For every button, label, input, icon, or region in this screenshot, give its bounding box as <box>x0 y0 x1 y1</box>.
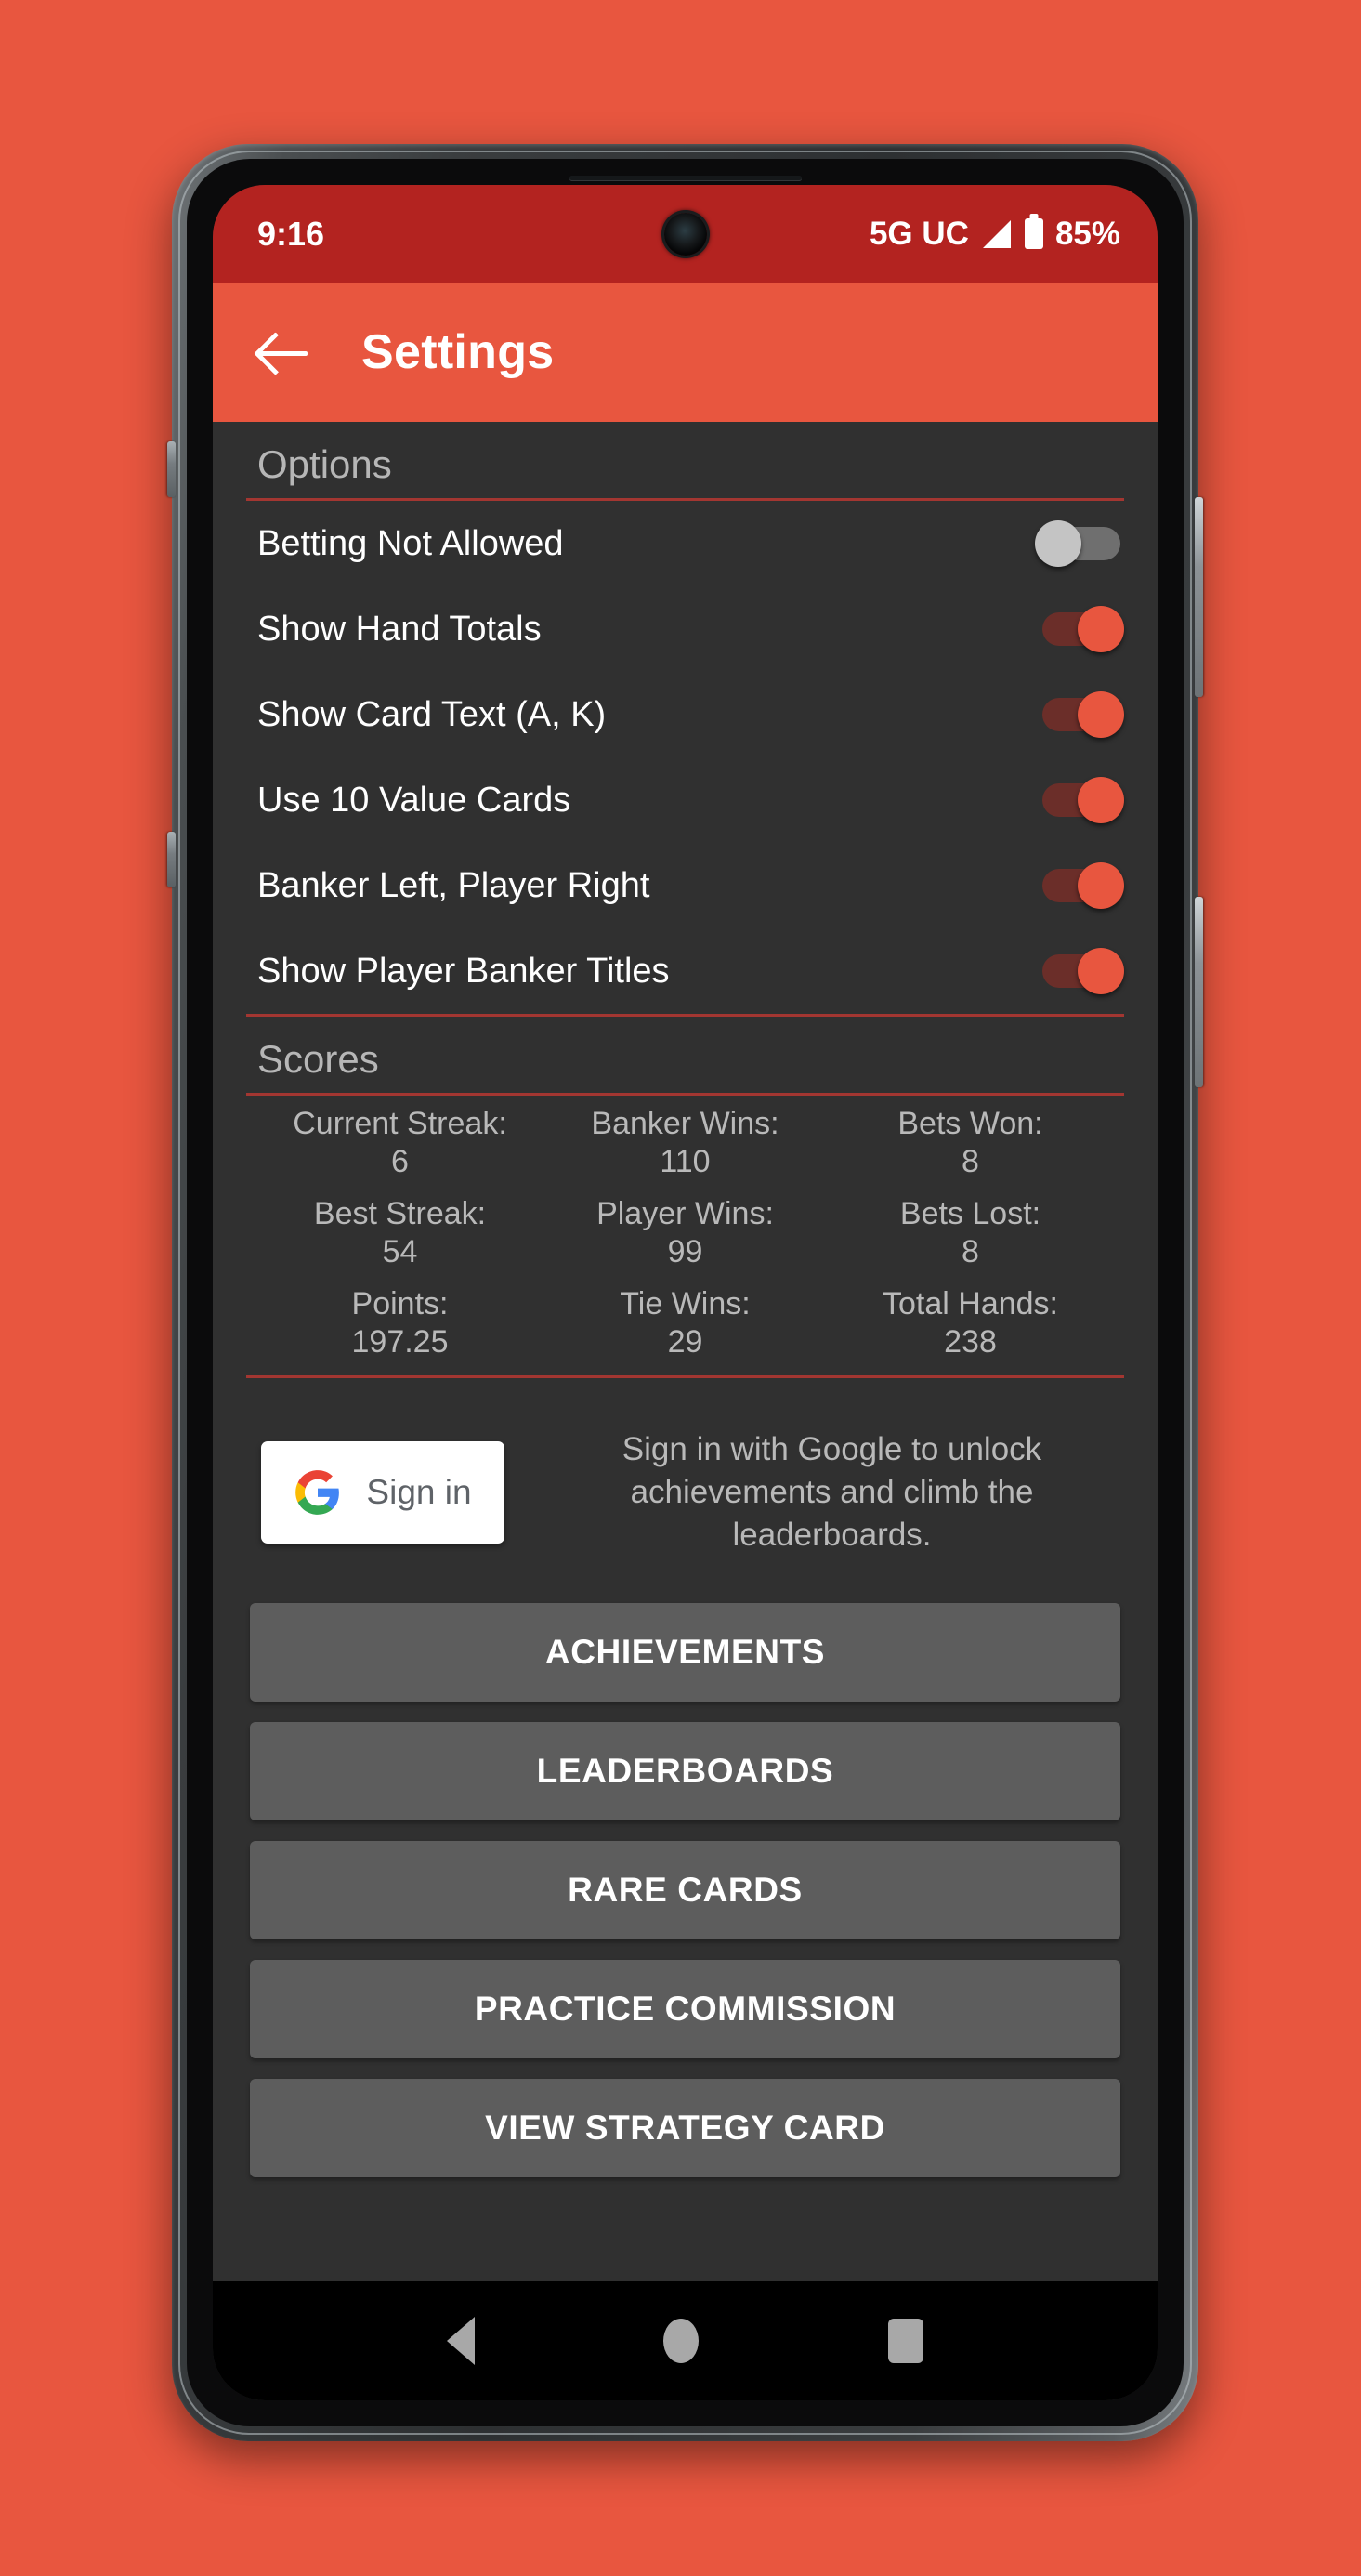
score-value: 6 <box>391 1144 409 1180</box>
toggle-thumb <box>1078 948 1124 994</box>
left-hardware-key-2[interactable] <box>167 832 176 887</box>
toggle-thumb <box>1078 691 1124 738</box>
score-cell-player-wins: Player Wins: 99 <box>543 1195 828 1272</box>
google-signin-block: Sign in Sign in with Google to unlock ac… <box>213 1378 1158 1598</box>
view-strategy-card-button[interactable]: VIEW STRATEGY CARD <box>250 2079 1120 2178</box>
score-value: 54 <box>382 1234 418 1270</box>
phone-bezel: 9:16 5G UC 85% Settings Options Betting … <box>187 159 1184 2426</box>
option-label: Show Hand Totals <box>257 609 542 649</box>
toggle-thumb <box>1078 606 1124 652</box>
score-cell-points: Points: 197.25 <box>257 1285 543 1362</box>
google-sign-in-button[interactable]: Sign in <box>261 1441 504 1544</box>
score-cell-banker-wins: Banker Wins: 110 <box>543 1105 828 1182</box>
toggle-show-player-banker-titles[interactable] <box>1035 948 1124 994</box>
score-value: 29 <box>667 1324 703 1360</box>
page-title: Settings <box>361 325 555 379</box>
battery-icon <box>1024 218 1043 249</box>
score-key: Bets Won: <box>897 1106 1043 1141</box>
score-cell-bets-lost: Bets Lost: 8 <box>828 1195 1113 1272</box>
signal-triangle-icon <box>982 219 1011 248</box>
practice-commission-button[interactable]: PRACTICE COMMISSION <box>250 1960 1120 2059</box>
status-bar: 9:16 5G UC 85% <box>213 185 1158 283</box>
front-camera-icon <box>663 212 707 256</box>
toggle-show-card-text[interactable] <box>1035 691 1124 738</box>
option-row-betting-not-allowed[interactable]: Betting Not Allowed <box>213 501 1158 586</box>
score-key: Points: <box>351 1285 449 1321</box>
sign-in-description: Sign in with Google to unlock achievemen… <box>622 1430 1042 1554</box>
achievements-button[interactable]: ACHIEVEMENTS <box>250 1603 1120 1702</box>
score-cell-bets-won: Bets Won: 8 <box>828 1105 1113 1182</box>
score-value: 8 <box>962 1144 979 1180</box>
power-button[interactable] <box>1195 497 1203 697</box>
score-key: Tie Wins: <box>620 1285 751 1321</box>
score-key: Bets Lost: <box>899 1195 1041 1231</box>
action-button-list: ACHIEVEMENTS LEADERBOARDS RARE CARDS PRA… <box>213 1597 1158 2178</box>
option-row-show-hand-totals[interactable]: Show Hand Totals <box>213 586 1158 672</box>
option-row-show-card-text[interactable]: Show Card Text (A, K) <box>213 672 1158 757</box>
score-cell-current-streak: Current Streak: 6 <box>257 1105 543 1182</box>
score-cell-total-hands: Total Hands: 238 <box>828 1285 1113 1362</box>
scores-grid: Current Streak: 6 Banker Wins: 110 Bets … <box>213 1096 1158 1375</box>
volume-button[interactable] <box>1195 897 1203 1087</box>
options-section-heading: Options <box>257 442 392 486</box>
phone-frame: 9:16 5G UC 85% Settings Options Betting … <box>167 144 1203 2441</box>
option-label: Banker Left, Player Right <box>257 865 650 905</box>
score-key: Player Wins: <box>596 1195 774 1231</box>
option-row-show-player-banker-titles[interactable]: Show Player Banker Titles <box>213 928 1158 1014</box>
score-key: Total Hands: <box>883 1285 1058 1321</box>
left-hardware-key-1[interactable] <box>167 441 176 497</box>
network-label: 5G UC <box>869 215 969 252</box>
app-bar: Settings <box>213 283 1158 422</box>
score-key: Banker Wins: <box>591 1106 779 1141</box>
nav-back-icon[interactable] <box>446 2317 475 2365</box>
toggle-thumb <box>1035 520 1081 567</box>
battery-percent-label: 85% <box>1054 215 1120 252</box>
toggle-banker-left-player-right[interactable] <box>1035 862 1124 909</box>
option-label: Show Player Banker Titles <box>257 951 670 991</box>
settings-scroll-area[interactable]: Options Betting Not Allowed Show Hand To… <box>213 422 1158 2281</box>
score-key: Best Streak: <box>313 1195 487 1231</box>
earpiece-speaker <box>569 176 802 180</box>
status-time: 9:16 <box>257 214 325 253</box>
score-value: 197.25 <box>351 1324 449 1360</box>
option-label: Use 10 Value Cards <box>257 780 571 820</box>
toggle-betting-not-allowed[interactable] <box>1035 520 1120 567</box>
phone-screen: 9:16 5G UC 85% Settings Options Betting … <box>213 185 1158 2400</box>
score-cell-best-streak: Best Streak: 54 <box>257 1195 543 1272</box>
option-row-banker-left-player-right[interactable]: Banker Left, Player Right <box>213 843 1158 928</box>
rare-cards-button[interactable]: RARE CARDS <box>250 1841 1120 1940</box>
nav-home-icon[interactable] <box>663 2319 700 2363</box>
option-label: Show Card Text (A, K) <box>257 694 607 734</box>
score-value: 99 <box>667 1234 703 1270</box>
toggle-thumb <box>1078 777 1124 823</box>
nav-recents-icon[interactable] <box>888 2319 924 2363</box>
scores-section-heading: Scores <box>257 1037 379 1081</box>
score-cell-tie-wins: Tie Wins: 29 <box>543 1285 828 1362</box>
option-row-use-10-value-cards[interactable]: Use 10 Value Cards <box>213 757 1158 843</box>
google-g-icon <box>295 1470 340 1515</box>
sign-in-button-label: Sign in <box>366 1473 472 1512</box>
toggle-thumb <box>1078 862 1124 909</box>
score-value: 110 <box>660 1144 711 1180</box>
back-arrow-icon[interactable] <box>257 326 309 378</box>
option-label: Betting Not Allowed <box>257 523 564 563</box>
leaderboards-button[interactable]: LEADERBOARDS <box>250 1722 1120 1821</box>
toggle-use-10-value-cards[interactable] <box>1035 777 1124 823</box>
android-navigation-bar <box>213 2281 1158 2400</box>
score-value: 8 <box>962 1234 979 1270</box>
score-value: 238 <box>944 1324 997 1360</box>
status-indicators: 5G UC 85% <box>870 216 1120 253</box>
toggle-show-hand-totals[interactable] <box>1035 606 1124 652</box>
score-key: Current Streak: <box>293 1106 507 1141</box>
